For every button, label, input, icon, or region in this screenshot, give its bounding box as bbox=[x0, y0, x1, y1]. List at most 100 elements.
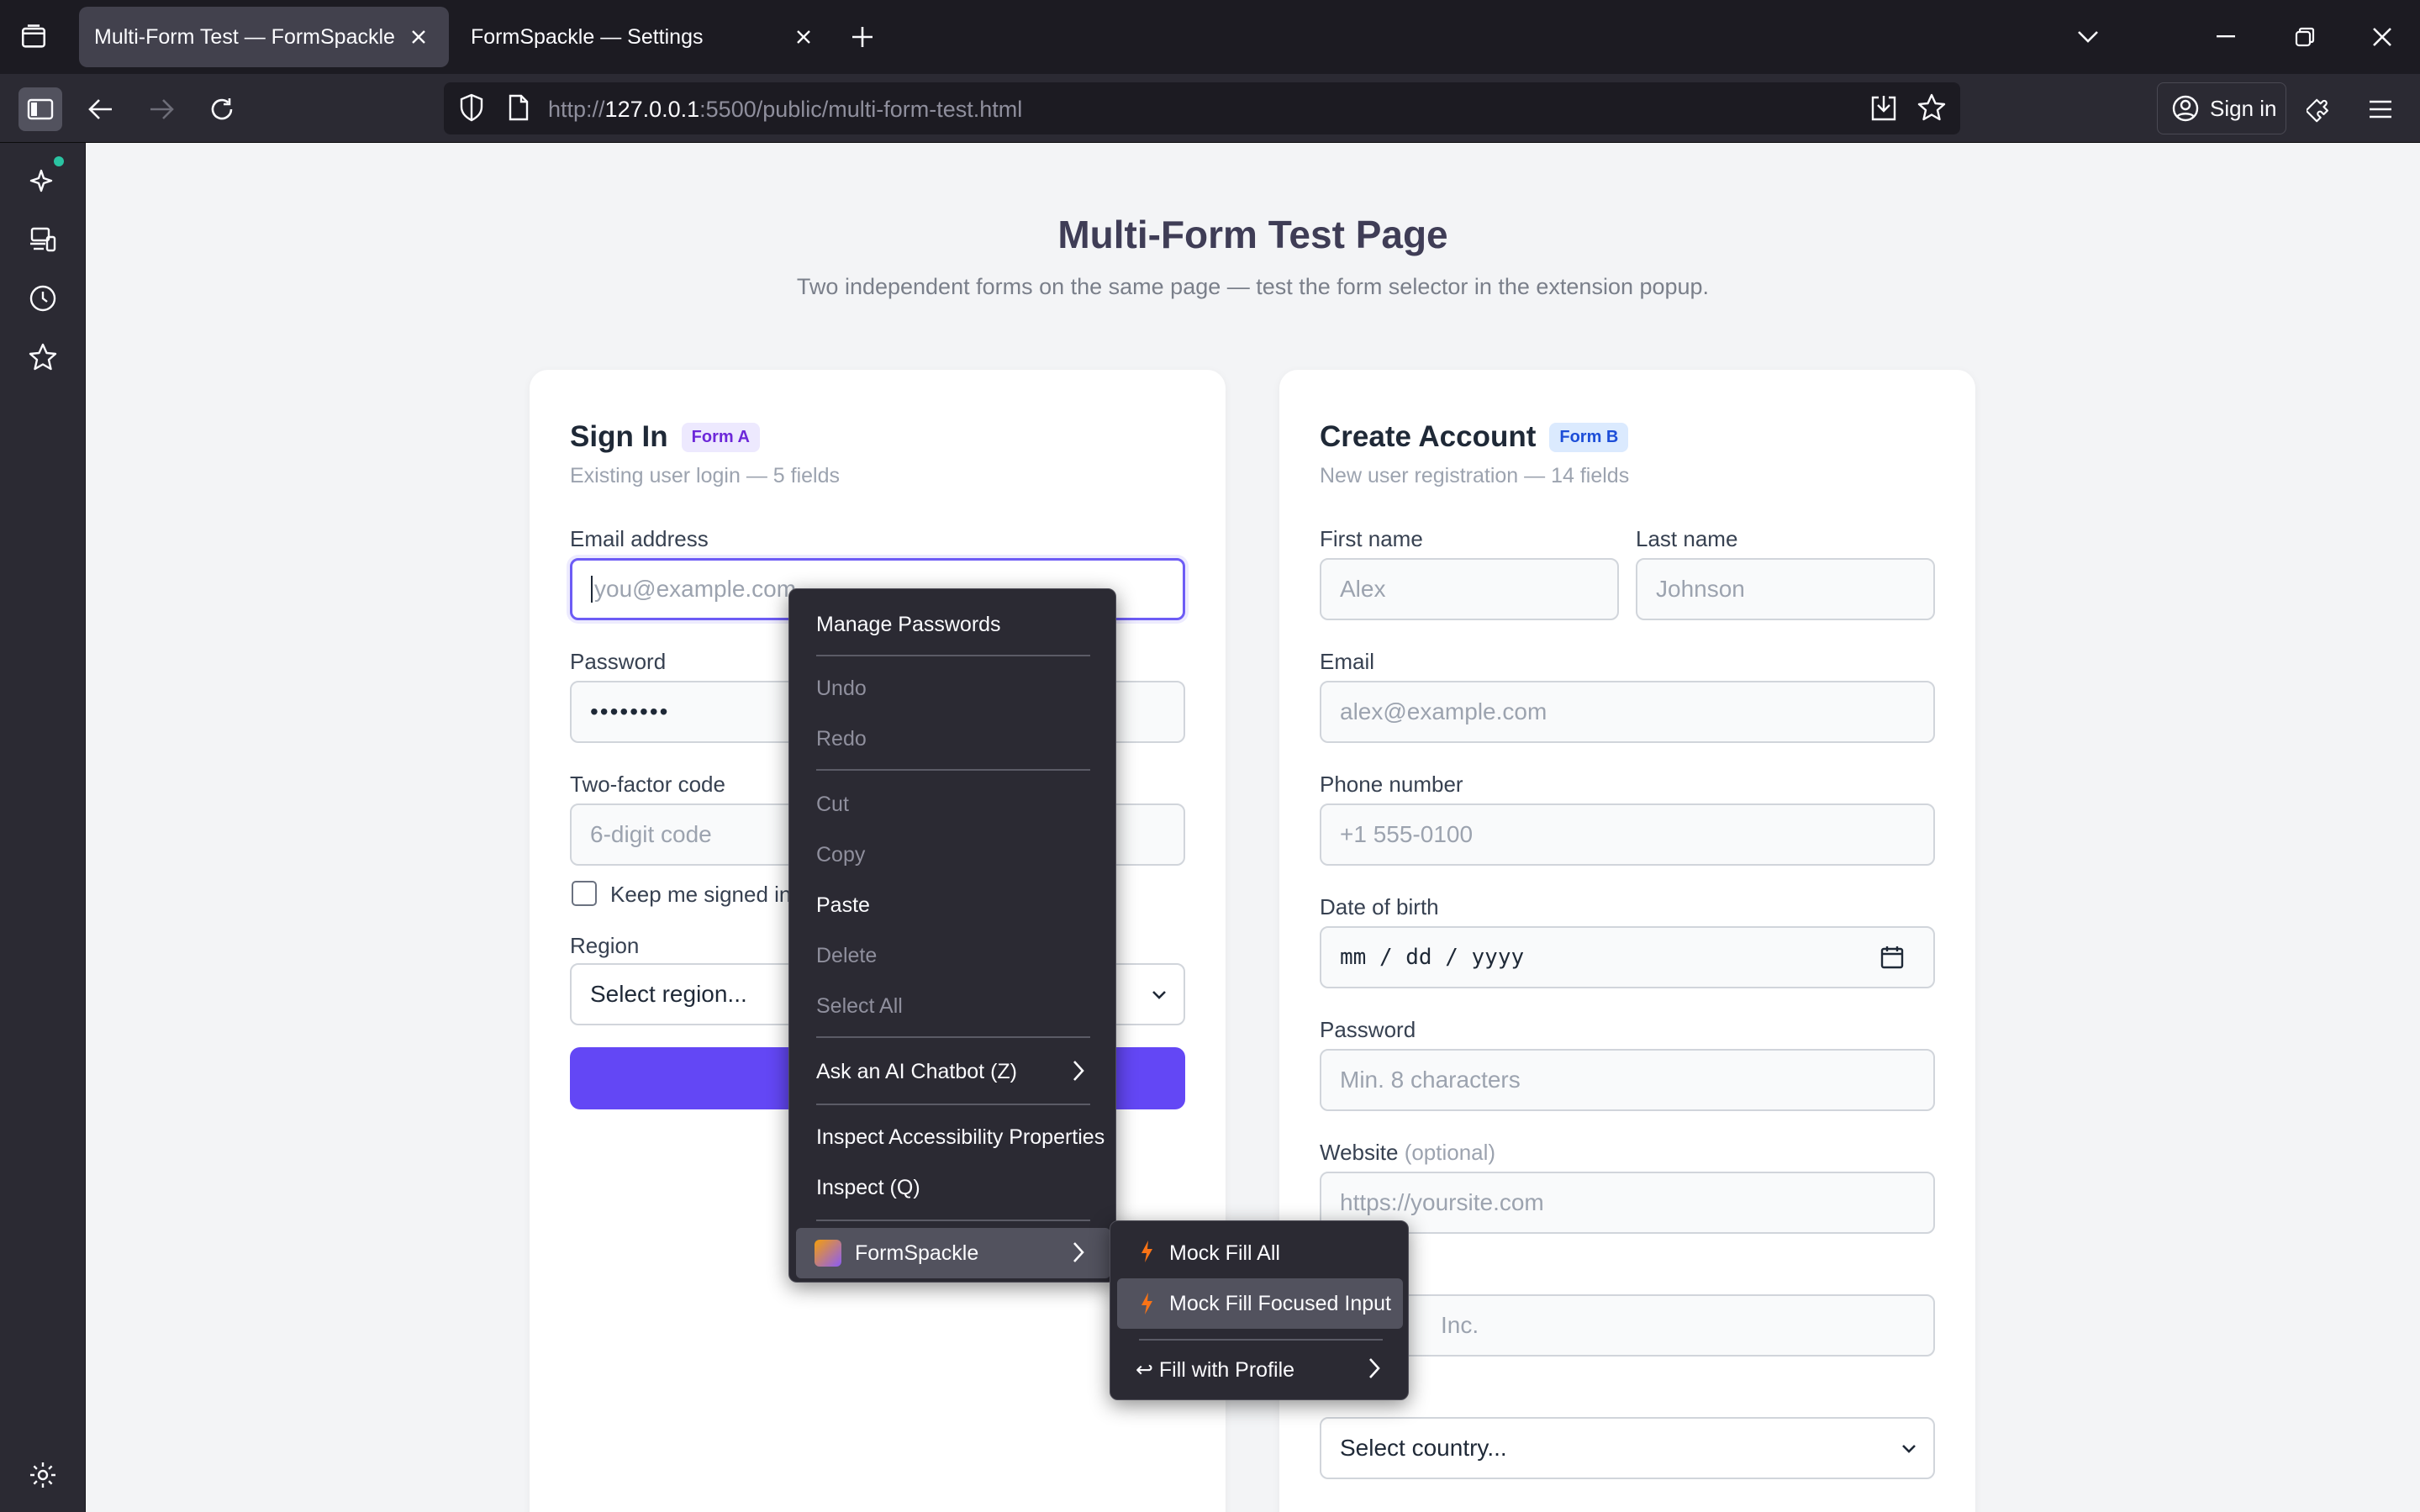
plus-icon bbox=[852, 27, 873, 47]
phone-number-input[interactable]: +1 555-0100 bbox=[1320, 803, 1935, 866]
phone-number-label: Phone number bbox=[1320, 772, 1463, 797]
email-placeholder: alex@example.com bbox=[1340, 698, 1547, 724]
form-b-heading: Create Account Form B bbox=[1320, 420, 1629, 454]
website-label: Website (optional) bbox=[1320, 1140, 1495, 1166]
menu-item-paste[interactable]: Paste bbox=[816, 893, 870, 918]
gear-icon bbox=[30, 1462, 55, 1488]
keep-signed-in-checkbox[interactable] bbox=[572, 881, 597, 906]
chevron-down-icon bbox=[1902, 1445, 1916, 1453]
app-menu-button[interactable] bbox=[2359, 87, 2402, 131]
tabs-list-icon bbox=[21, 24, 46, 48]
menu-item-copy[interactable]: Copy bbox=[816, 843, 865, 867]
phone-placeholder: +1 555-0100 bbox=[1340, 821, 1474, 847]
url-text[interactable]: http://127.0.0.1:5500/public/multi-form-… bbox=[548, 97, 1022, 123]
new-tab-button[interactable] bbox=[844, 18, 881, 55]
email-input[interactable]: alex@example.com bbox=[1320, 681, 1935, 743]
menu-item-mock-fill-focused-input[interactable]: Mock Fill Focused Input bbox=[1169, 1292, 1391, 1316]
menu-item-fill-with-profile[interactable]: ↩ Fill with Profile bbox=[1136, 1357, 1294, 1383]
bookmarks-sidebar-button[interactable] bbox=[22, 336, 64, 378]
minimize-icon bbox=[2217, 35, 2235, 38]
page-subtitle: Two independent forms on the same page —… bbox=[796, 274, 1710, 299]
address-bar[interactable]: http://127.0.0.1:5500/public/multi-form-… bbox=[444, 82, 1960, 134]
menu-separator bbox=[816, 1036, 1090, 1038]
company-input[interactable]: Inc. bbox=[1320, 1294, 1935, 1357]
password-placeholder: Min. 8 characters bbox=[1340, 1067, 1521, 1093]
form-a-heading: Sign In Form A bbox=[570, 420, 760, 454]
minimize-button[interactable] bbox=[2206, 17, 2246, 57]
form-a-title: Sign In bbox=[570, 420, 668, 453]
date-of-birth-label: Date of birth bbox=[1320, 894, 1439, 919]
last-name-placeholder: Johnson bbox=[1656, 576, 1745, 602]
save-page-icon[interactable] bbox=[1869, 94, 1898, 127]
website-input[interactable]: https://yoursite.com bbox=[1320, 1172, 1935, 1234]
menu-item-undo[interactable]: Undo bbox=[816, 677, 867, 701]
bookmark-star-icon[interactable] bbox=[1916, 92, 1947, 127]
menu-item-select-all[interactable]: Select All bbox=[816, 994, 903, 1019]
history-sidebar-button[interactable] bbox=[22, 277, 64, 319]
navigation-toolbar: http://127.0.0.1:5500/public/multi-form-… bbox=[0, 74, 2420, 143]
tab-multi-form-test[interactable]: Multi-Form Test — FormSpackle bbox=[79, 7, 449, 67]
menu-separator bbox=[816, 1220, 1090, 1221]
menu-item-inspect-accessibility[interactable]: Inspect Accessibility Properties bbox=[816, 1125, 1105, 1150]
country-select[interactable]: Select country... bbox=[1320, 1417, 1935, 1479]
close-window-button[interactable] bbox=[2362, 17, 2402, 57]
back-button[interactable] bbox=[79, 87, 123, 131]
close-tab-button[interactable] bbox=[403, 22, 434, 52]
first-name-input[interactable]: Alex bbox=[1320, 558, 1619, 620]
menu-separator bbox=[1139, 1339, 1383, 1341]
sidebar-toggle-button[interactable] bbox=[18, 87, 62, 131]
star-icon bbox=[29, 343, 57, 371]
website-optional-hint: (optional) bbox=[1404, 1140, 1496, 1165]
arrow-left-icon bbox=[88, 99, 112, 119]
menu-item-inspect[interactable]: Inspect (Q) bbox=[816, 1176, 920, 1200]
browser-sidebar bbox=[0, 143, 86, 1512]
notification-dot bbox=[54, 156, 64, 166]
close-icon bbox=[2373, 28, 2391, 46]
lightning-bolt-icon bbox=[1141, 1293, 1152, 1314]
formspackle-logo-icon bbox=[815, 1240, 841, 1267]
url-scheme: http:// bbox=[548, 97, 605, 122]
date-of-birth-value: mm / dd / yyyy bbox=[1340, 945, 1525, 970]
menu-item-mock-fill-all[interactable]: Mock Fill All bbox=[1169, 1241, 1280, 1266]
tracking-protection-shield-icon[interactable] bbox=[459, 93, 484, 126]
forward-button[interactable] bbox=[140, 87, 183, 131]
close-icon bbox=[797, 30, 810, 44]
sign-in-button[interactable]: Sign in bbox=[2157, 82, 2286, 134]
form-b-title: Create Account bbox=[1320, 420, 1537, 453]
extensions-button[interactable] bbox=[2298, 87, 2342, 131]
close-icon bbox=[412, 30, 425, 44]
menu-separator bbox=[816, 769, 1090, 771]
two-factor-placeholder: 6-digit code bbox=[590, 821, 712, 847]
page-info-icon[interactable] bbox=[508, 94, 530, 125]
hamburger-menu-icon bbox=[2370, 100, 2391, 119]
email-address-label: Email address bbox=[570, 526, 709, 551]
tab-overflow-button[interactable] bbox=[2068, 17, 2108, 57]
calendar-icon[interactable] bbox=[1880, 945, 1905, 970]
menu-item-ask-ai-chatbot[interactable]: Ask an AI Chatbot (Z) bbox=[816, 1060, 1017, 1084]
form-b-badge: Form B bbox=[1549, 422, 1629, 452]
list-all-tabs-button[interactable] bbox=[0, 0, 67, 74]
first-name-placeholder: Alex bbox=[1340, 576, 1386, 602]
tab-bar: Multi-Form Test — FormSpackle FormSpackl… bbox=[0, 0, 2420, 74]
menu-item-formspackle-label: FormSpackle bbox=[855, 1241, 979, 1265]
menu-item-cut[interactable]: Cut bbox=[816, 793, 849, 817]
company-placeholder: Inc. bbox=[1441, 1312, 1479, 1338]
sidebar-settings-button[interactable] bbox=[22, 1454, 64, 1496]
menu-item-delete[interactable]: Delete bbox=[816, 944, 877, 968]
menu-item-manage-passwords[interactable]: Manage Passwords bbox=[816, 613, 1001, 637]
synced-tabs-sidebar-button[interactable] bbox=[22, 219, 64, 261]
website-label-text: Website bbox=[1320, 1140, 1399, 1165]
page-title: Multi-Form Test Page bbox=[1057, 213, 1448, 256]
password-input[interactable]: Min. 8 characters bbox=[1320, 1049, 1935, 1111]
restore-button[interactable] bbox=[2285, 17, 2325, 57]
date-of-birth-input[interactable]: mm / dd / yyyy bbox=[1320, 926, 1935, 988]
menu-item-redo[interactable]: Redo bbox=[816, 727, 867, 751]
close-tab-button[interactable] bbox=[788, 22, 819, 52]
tab-formspackle-settings[interactable]: FormSpackle — Settings bbox=[456, 7, 834, 67]
last-name-input[interactable]: Johnson bbox=[1636, 558, 1935, 620]
reload-button[interactable] bbox=[200, 87, 244, 131]
chevron-right-icon bbox=[1073, 1242, 1084, 1262]
formspackle-submenu: Mock Fill All Mock Fill Focused Input ↩ … bbox=[1110, 1220, 1409, 1400]
tab-title: Multi-Form Test — FormSpackle bbox=[94, 24, 395, 49]
form-a-badge: Form A bbox=[681, 422, 760, 452]
